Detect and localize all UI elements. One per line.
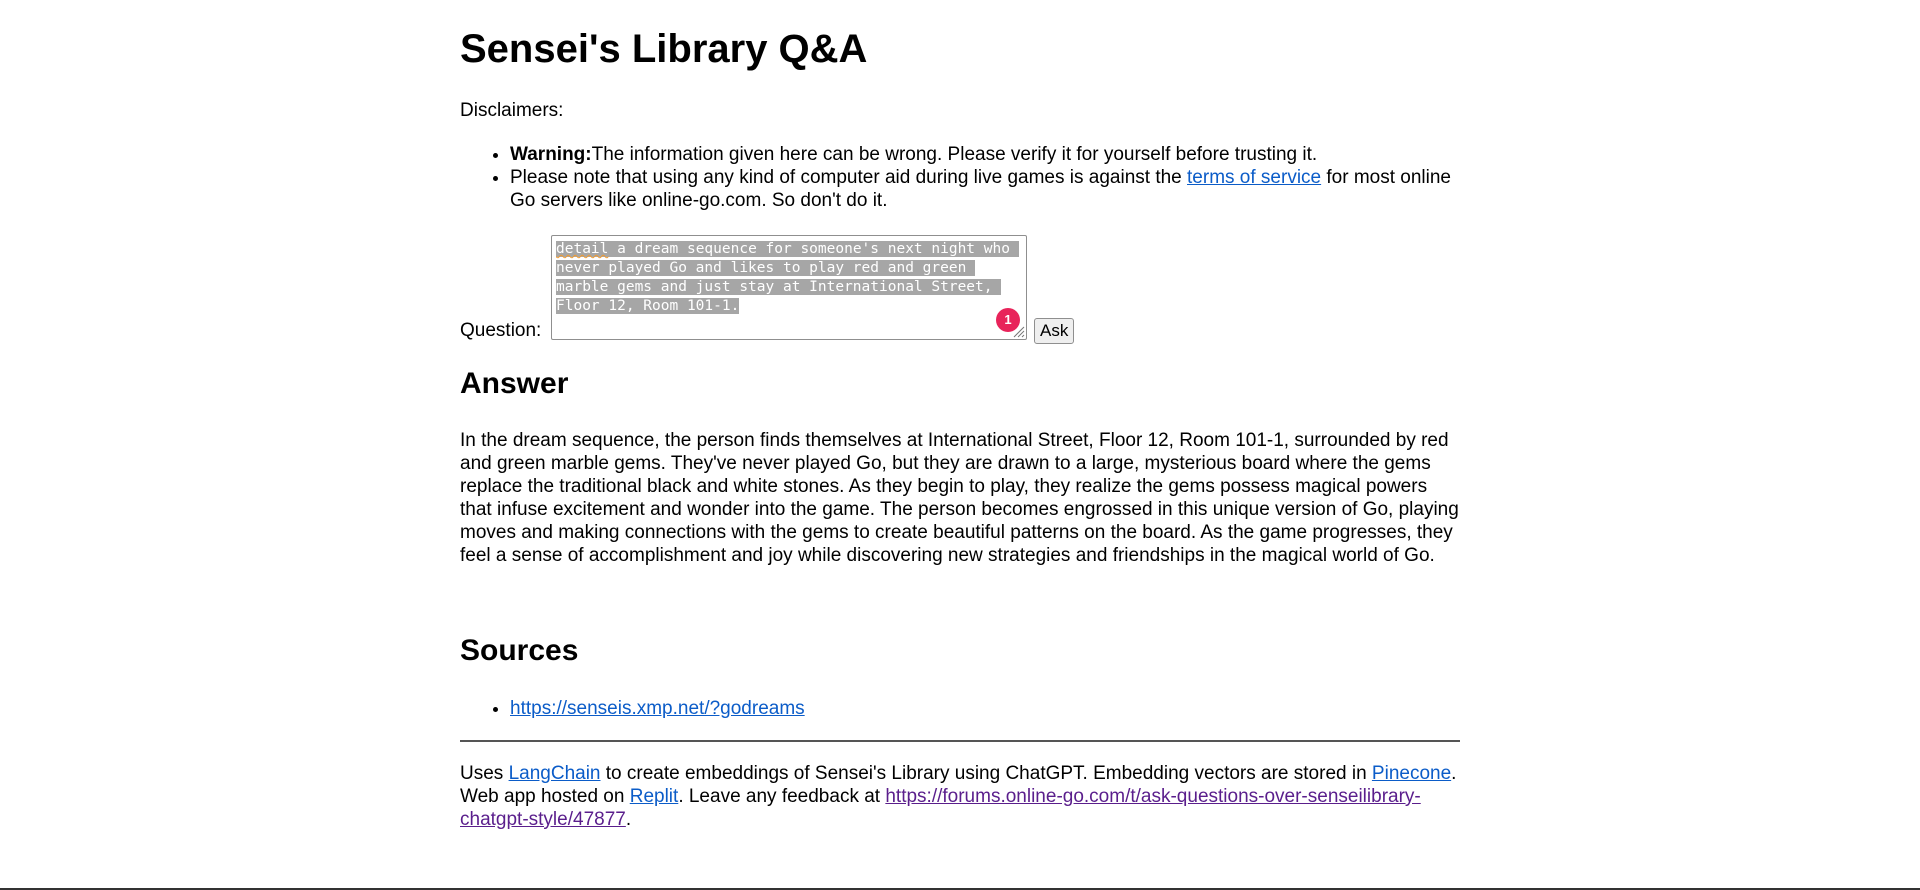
footer-text-2: to create embeddings of Sensei's Library…: [600, 763, 1372, 784]
source-link[interactable]: https://senseis.xmp.net/?godreams: [510, 698, 805, 719]
langchain-link[interactable]: LangChain: [509, 763, 601, 784]
sources-heading: Sources: [460, 634, 579, 667]
disclaimers-list: Warning:The information given here can b…: [460, 143, 1460, 212]
footer-text: Uses LangChain to create embeddings of S…: [460, 762, 1460, 831]
tos-text-before: Please note that using any kind of compu…: [510, 167, 1188, 188]
question-value-rest: a dream sequence for someone's next nigh…: [556, 241, 1019, 314]
answer-text: In the dream sequence, the person finds …: [460, 430, 1459, 566]
replit-link[interactable]: Replit: [630, 786, 679, 807]
terms-of-service-link[interactable]: terms of service: [1187, 167, 1321, 188]
pinecone-link[interactable]: Pinecone: [1372, 763, 1451, 784]
sources-list: https://senseis.xmp.net/?godreams: [460, 697, 1460, 720]
warning-label: Warning:: [510, 144, 592, 165]
source-list-item: https://senseis.xmp.net/?godreams: [510, 697, 1460, 720]
list-item-tos: Please note that using any kind of compu…: [510, 166, 1460, 212]
footer-text-1: Uses: [460, 763, 509, 784]
footer-text-4: . Leave any feedback at: [678, 786, 886, 807]
ask-button[interactable]: Ask: [1034, 318, 1075, 344]
divider: [460, 740, 1460, 742]
question-textarea-value: detail a dream sequence for someone's ne…: [556, 240, 1022, 316]
page-title: Sensei's Library Q&A: [460, 27, 868, 71]
footer-text-5: .: [625, 809, 632, 830]
answer-heading: Answer: [460, 367, 569, 400]
question-form: Question: detail a dream sequence for so…: [460, 235, 1160, 345]
disclaimers-label: Disclaimers:: [460, 100, 564, 121]
spellcheck-word: detail: [556, 241, 609, 257]
resize-grip-icon[interactable]: [1011, 324, 1025, 338]
question-label: Question:: [460, 320, 542, 341]
question-textarea[interactable]: detail a dream sequence for someone's ne…: [551, 235, 1027, 340]
list-item-warning: Warning:The information given here can b…: [510, 143, 1460, 166]
warning-text: The information given here can be wrong.…: [591, 144, 1318, 165]
